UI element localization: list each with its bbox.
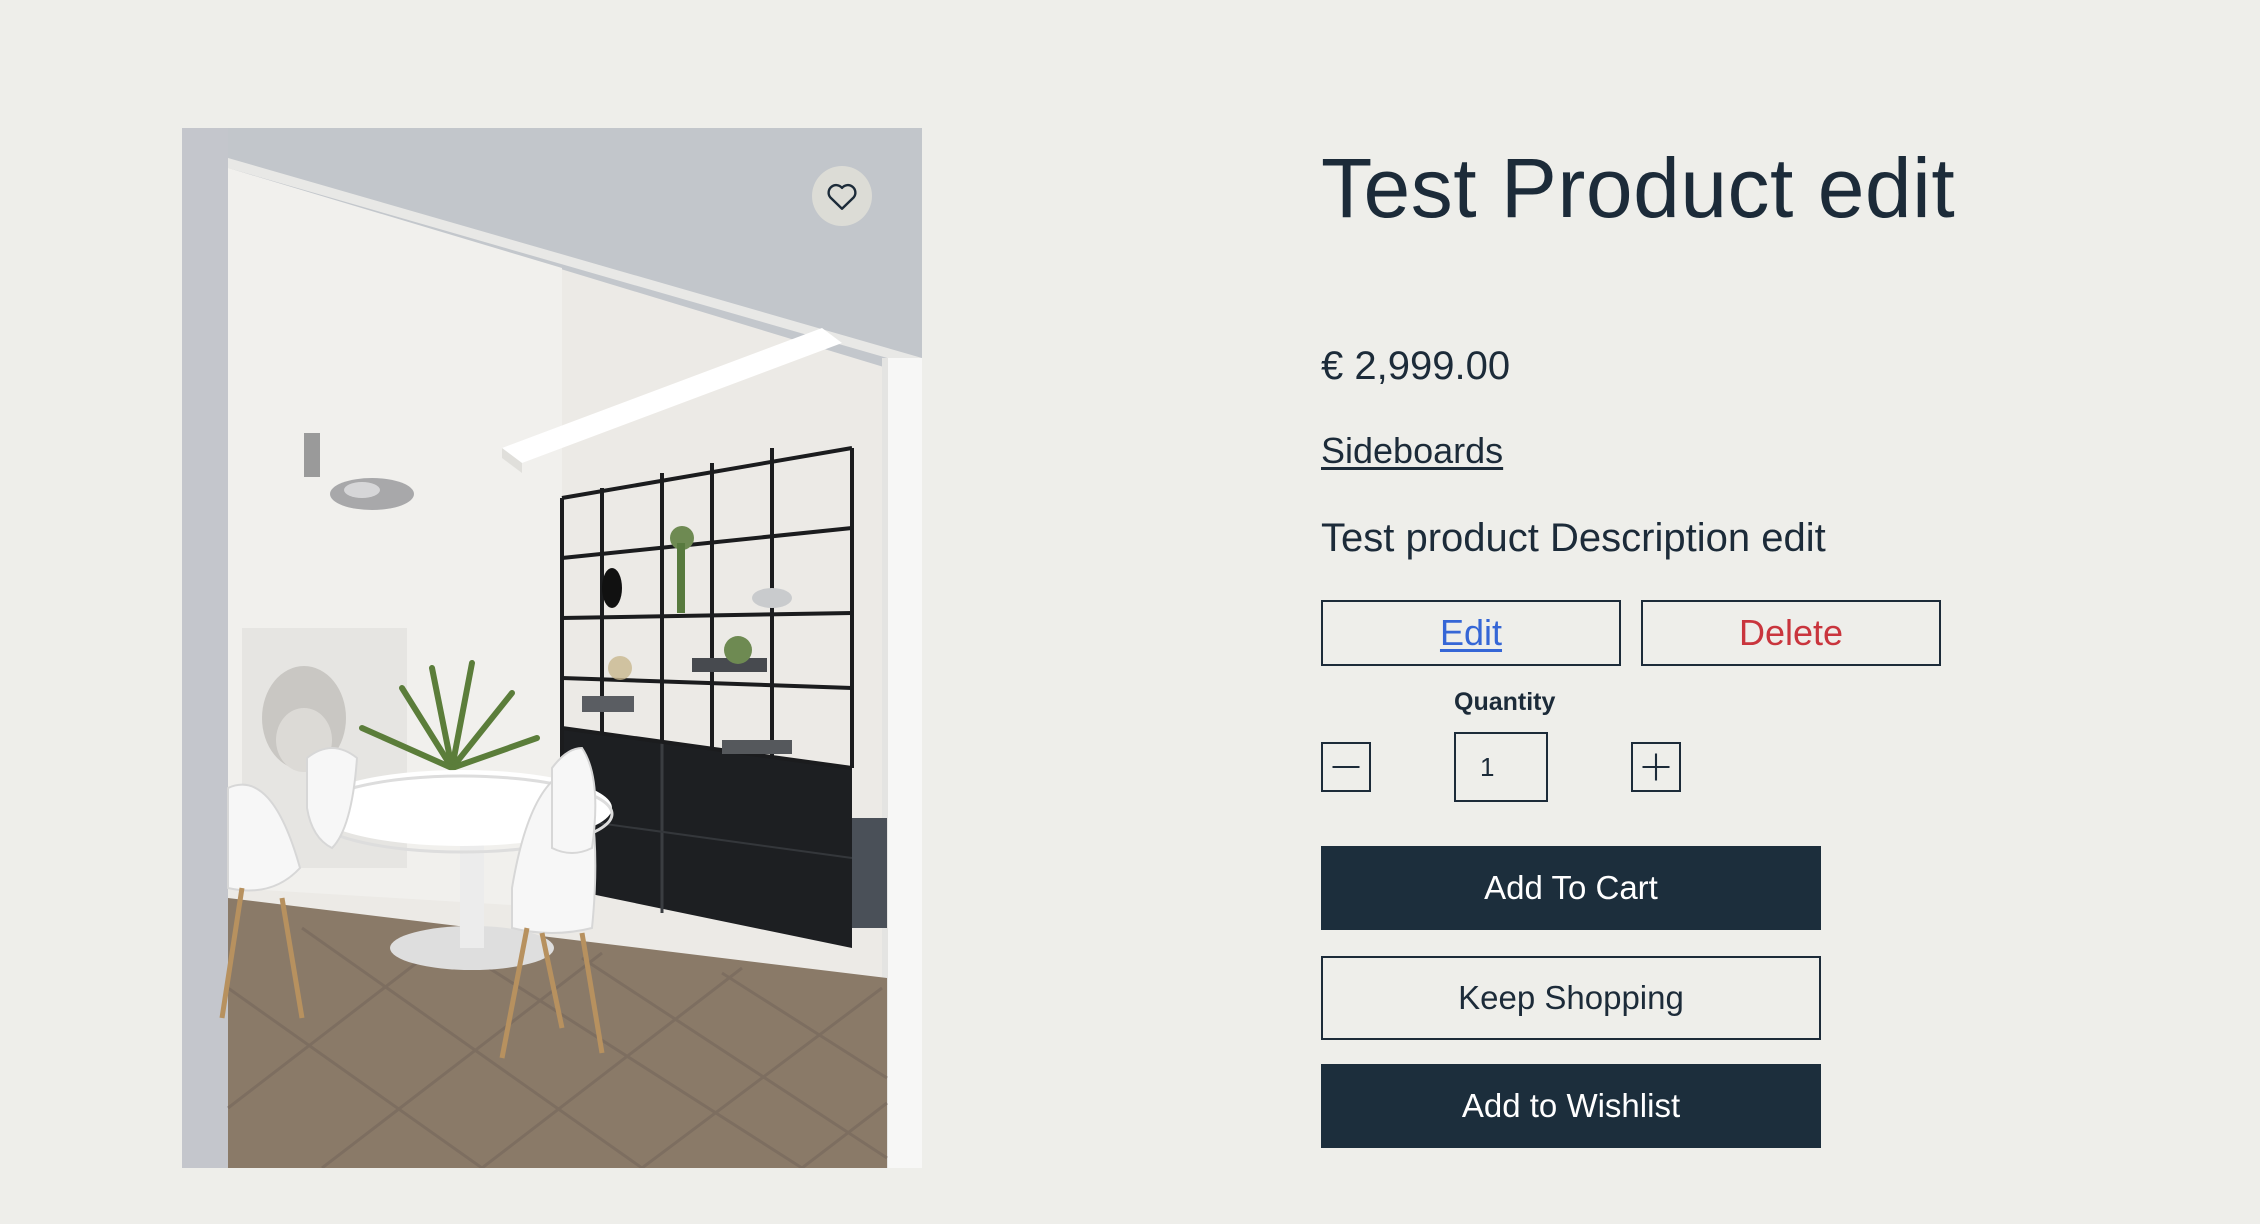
product-price: € 2,999.00 bbox=[1321, 344, 1511, 388]
increase-quantity-button[interactable] bbox=[1631, 742, 1681, 792]
heart-icon bbox=[827, 183, 857, 210]
product-title: Test Product edit bbox=[1321, 141, 1956, 235]
delete-button[interactable]: Delete bbox=[1641, 600, 1941, 666]
plus-icon bbox=[1642, 753, 1670, 781]
decrease-quantity-button[interactable] bbox=[1321, 742, 1371, 792]
quantity-label: Quantity bbox=[1454, 688, 1556, 716]
edit-button[interactable]: Edit bbox=[1321, 600, 1621, 666]
category-link[interactable]: Sideboards bbox=[1321, 430, 1503, 472]
wishlist-toggle-button[interactable] bbox=[812, 166, 872, 226]
keep-shopping-button[interactable]: Keep Shopping bbox=[1321, 956, 1821, 1040]
room-illustration bbox=[182, 128, 922, 1168]
add-to-wishlist-button[interactable]: Add to Wishlist bbox=[1321, 1064, 1821, 1148]
add-to-cart-button[interactable]: Add To Cart bbox=[1321, 846, 1821, 930]
product-detail-page: Test Product edit € 2,999.00 Sideboards … bbox=[0, 0, 2260, 1224]
minus-icon bbox=[1332, 765, 1360, 769]
product-image bbox=[182, 128, 922, 1168]
quantity-input[interactable] bbox=[1454, 732, 1548, 802]
product-description: Test product Description edit bbox=[1321, 516, 1826, 560]
